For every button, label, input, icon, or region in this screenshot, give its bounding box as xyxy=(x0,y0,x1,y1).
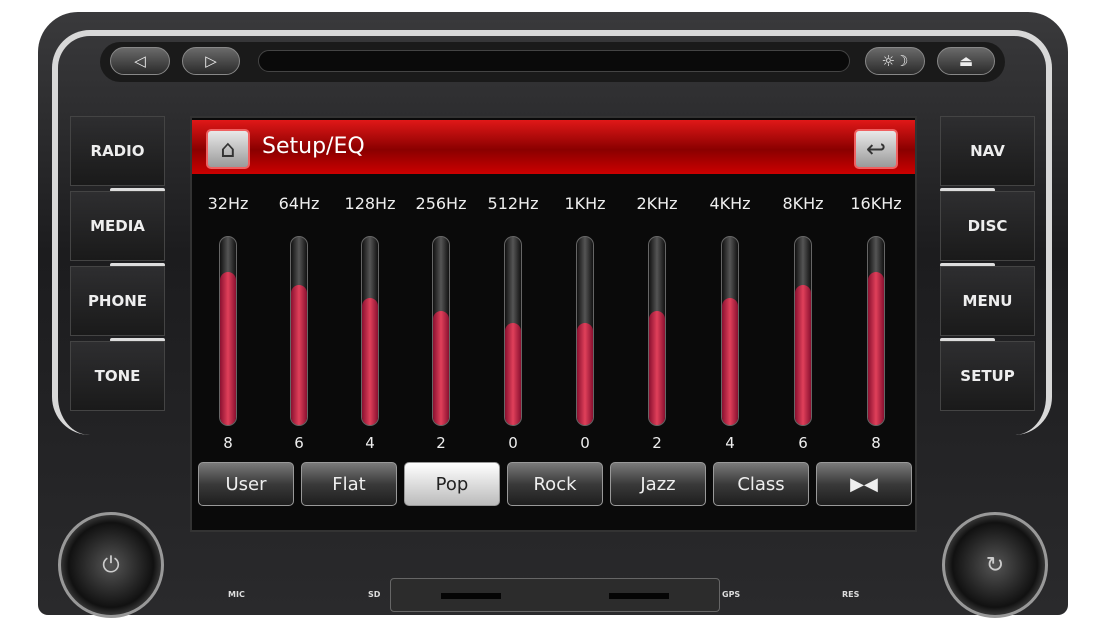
eq-slider-2KHz[interactable] xyxy=(648,236,666,426)
sd-slot[interactable] xyxy=(441,593,501,599)
eq-slider-32Hz[interactable] xyxy=(219,236,237,426)
page-title: Setup/EQ xyxy=(262,134,365,159)
preset-label: Flat xyxy=(332,473,366,495)
rotate-icon: ↻ xyxy=(985,552,1005,578)
button-phone[interactable]: PHONE xyxy=(70,266,165,336)
band-value: 8 xyxy=(223,434,233,452)
preset-label: Rock xyxy=(533,473,577,495)
band-frequency-label: 128Hz xyxy=(344,194,396,213)
eq-slider-512Hz[interactable] xyxy=(504,236,522,426)
prev-icon: ◁ xyxy=(134,52,146,70)
eq-slider-fill xyxy=(795,285,811,425)
eq-slider-256Hz[interactable] xyxy=(432,236,450,426)
balance-button[interactable]: ▶◀ xyxy=(816,462,912,506)
eq-slider-8KHz[interactable] xyxy=(794,236,812,426)
button-setup[interactable]: SETUP xyxy=(940,341,1035,411)
band-frequency-label: 8KHz xyxy=(782,194,824,213)
home-icon: ⌂ xyxy=(220,135,236,163)
button-radio[interactable]: RADIO xyxy=(70,116,165,186)
eq-slider-fill xyxy=(362,297,378,425)
next-button[interactable]: ▷ xyxy=(182,47,240,75)
button-nav[interactable]: NAV xyxy=(940,116,1035,186)
back-arrow-icon: ↩ xyxy=(865,135,887,163)
power-icon: ⏻ xyxy=(102,552,120,578)
balance-icon: ▶◀ xyxy=(850,473,878,495)
band-value: 8 xyxy=(871,434,881,452)
band-value: 2 xyxy=(436,434,446,452)
band-value: 6 xyxy=(798,434,808,452)
band-value: 4 xyxy=(725,434,735,452)
band-frequency-label: 256Hz xyxy=(415,194,467,213)
band-frequency-label: 4KHz xyxy=(709,194,751,213)
header-bar: ⌂ Setup/EQ ↩ xyxy=(192,120,915,174)
button-disc[interactable]: DISC xyxy=(940,191,1035,261)
preset-jazz[interactable]: Jazz xyxy=(610,462,706,506)
back-button[interactable]: ↩ xyxy=(854,129,898,169)
eq-slider-fill xyxy=(433,310,449,425)
next-icon: ▷ xyxy=(205,52,217,70)
band-value: 6 xyxy=(294,434,304,452)
card-slot-cover xyxy=(390,578,720,612)
eq-slider-fill xyxy=(722,297,738,425)
brightness-icon: ☼☽ xyxy=(881,52,909,70)
preset-rock[interactable]: Rock xyxy=(507,462,603,506)
preset-label: Jazz xyxy=(640,473,676,495)
eq-slider-128Hz[interactable] xyxy=(361,236,379,426)
eq-slider-fill xyxy=(577,323,593,425)
preset-label: User xyxy=(225,473,267,495)
band-frequency-label: 1KHz xyxy=(564,194,606,213)
eq-slider-fill xyxy=(291,285,307,425)
eject-button[interactable]: ⏏ xyxy=(937,47,995,75)
reset-label: RES xyxy=(842,590,860,599)
button-media[interactable]: MEDIA xyxy=(70,191,165,261)
home-button[interactable]: ⌂ xyxy=(206,129,250,169)
eq-slider-4KHz[interactable] xyxy=(721,236,739,426)
button-menu[interactable]: MENU xyxy=(940,266,1035,336)
preset-flat[interactable]: Flat xyxy=(301,462,397,506)
eq-slider-fill xyxy=(868,272,884,425)
band-frequency-label: 64Hz xyxy=(278,194,320,213)
band-frequency-label: 16KHz xyxy=(850,194,902,213)
band-value: 0 xyxy=(580,434,590,452)
gps-slot[interactable] xyxy=(609,593,669,599)
preset-label: Pop xyxy=(435,473,469,495)
preset-class[interactable]: Class xyxy=(713,462,809,506)
preset-pop[interactable]: Pop xyxy=(404,462,500,506)
eq-slider-64Hz[interactable] xyxy=(290,236,308,426)
band-frequency-label: 32Hz xyxy=(207,194,249,213)
button-tone[interactable]: TONE xyxy=(70,341,165,411)
band-value: 0 xyxy=(508,434,518,452)
mic-label: MIC xyxy=(228,590,245,599)
preset-user[interactable]: User xyxy=(198,462,294,506)
prev-button[interactable]: ◁ xyxy=(110,47,170,75)
band-frequency-label: 2KHz xyxy=(636,194,678,213)
band-value: 2 xyxy=(652,434,662,452)
sd-label: SD xyxy=(368,590,381,599)
eq-slider-fill xyxy=(649,310,665,425)
preset-label: Class xyxy=(737,473,785,495)
band-value: 4 xyxy=(365,434,375,452)
eq-slider-fill xyxy=(220,272,236,425)
band-frequency-label: 512Hz xyxy=(487,194,539,213)
eq-slider-1KHz[interactable] xyxy=(576,236,594,426)
brightness-button[interactable]: ☼☽ xyxy=(865,47,925,75)
touch-screen: ⌂ Setup/EQ ↩ 32Hz 8 64Hz 6 128Hz 4 256Hz 2 512Hz… xyxy=(190,116,917,532)
gps-label: GPS xyxy=(722,590,741,599)
power-volume-knob[interactable]: ⏻ xyxy=(58,512,164,618)
tune-knob[interactable]: ↻ xyxy=(942,512,1048,618)
cd-slot xyxy=(258,50,850,72)
eject-icon: ⏏ xyxy=(958,52,974,70)
eq-slider-16KHz[interactable] xyxy=(867,236,885,426)
eq-slider-fill xyxy=(505,323,521,425)
